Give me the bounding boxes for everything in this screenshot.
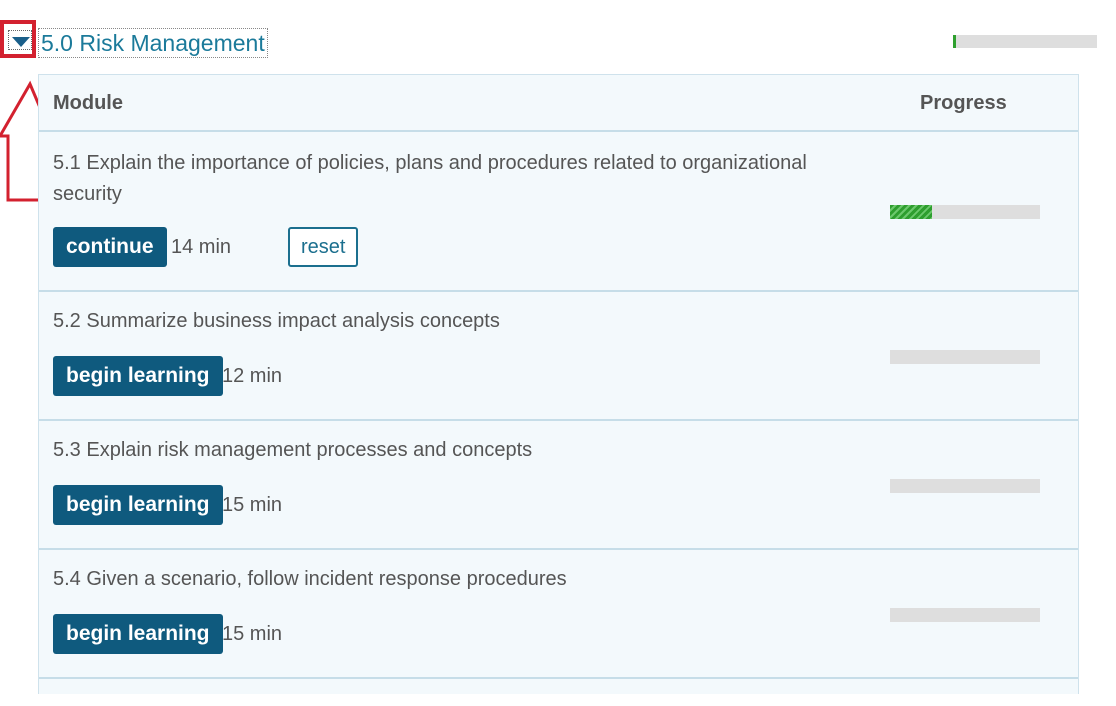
section-progress-fill xyxy=(953,35,956,48)
module-duration: 15 min xyxy=(222,623,283,645)
module-progress-bar xyxy=(890,205,1040,219)
section-title-link[interactable]: 5.0 Risk Management xyxy=(38,28,268,58)
module-title: 5.3 Explain risk management processes an… xyxy=(53,439,533,461)
module-row: 5.4 Given a scenario, follow incident re… xyxy=(39,550,1078,679)
continue-button[interactable]: continue xyxy=(53,227,167,267)
table-header: Module Progress xyxy=(39,74,1078,132)
begin-learning-button[interactable]: begin learning xyxy=(53,485,223,525)
module-row: 5.3 Explain risk management processes an… xyxy=(39,421,1078,550)
column-header-module: Module xyxy=(53,92,123,114)
module-progress-bar xyxy=(890,608,1040,622)
module-progress-bar xyxy=(890,350,1040,364)
caret-down-icon xyxy=(12,37,30,47)
section-toggle-button[interactable] xyxy=(0,20,36,58)
module-title: 5.4 Given a scenario, follow incident re… xyxy=(53,568,567,590)
module-duration: 12 min xyxy=(222,365,283,387)
module-row: 5.2 Summarize business impact analysis c… xyxy=(39,292,1078,421)
module-progress-bar xyxy=(890,479,1040,493)
toggle-focus-outline xyxy=(8,30,32,50)
module-duration: 15 min xyxy=(222,494,283,516)
column-header-progress: Progress xyxy=(920,92,1007,114)
reset-button[interactable]: reset xyxy=(288,227,359,267)
module-duration: 14 min xyxy=(171,236,232,258)
module-title: 5.2 Summarize business impact analysis c… xyxy=(53,310,500,332)
begin-learning-button[interactable]: begin learning xyxy=(53,614,223,654)
module-title: 5.1 Explain the importance of policies, … xyxy=(53,152,807,205)
section-progress-bar xyxy=(953,35,1097,48)
begin-learning-button[interactable]: begin learning xyxy=(53,356,223,396)
section-header: 5.0 Risk Management xyxy=(0,20,1116,62)
module-row: 5.1 Explain the importance of policies, … xyxy=(39,132,1078,292)
module-progress-fill xyxy=(890,205,932,219)
modules-table: Module Progress 5.1 Explain the importan… xyxy=(38,74,1079,694)
